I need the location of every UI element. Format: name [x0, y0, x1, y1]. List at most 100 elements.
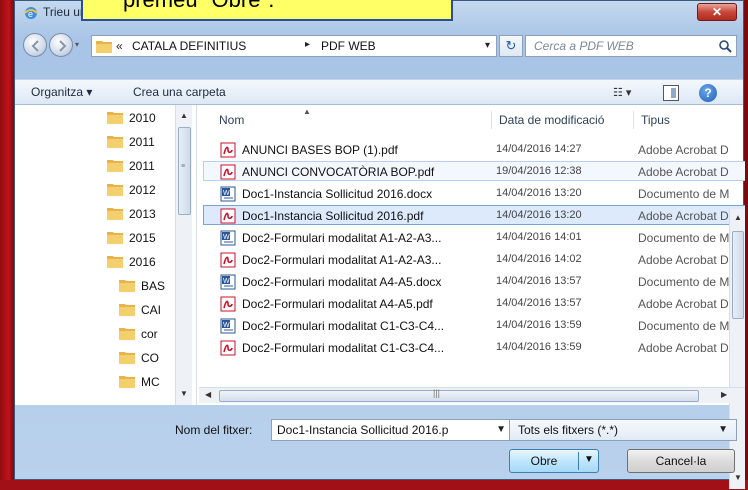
preview-pane-icon[interactable] — [663, 85, 679, 101]
folder-icon — [107, 160, 123, 172]
folder-icon — [119, 304, 135, 316]
file-name: Doc1-Instancia Sollicitud 2016.docx — [242, 187, 433, 201]
filename-value[interactable]: Doc1-Instancia Sollicitud 2016.p — [277, 423, 485, 437]
nav-folder-item[interactable]: cor — [119, 327, 158, 345]
folder-icon — [119, 376, 135, 388]
back-button[interactable] — [23, 33, 47, 57]
nav-folder-label: 2015 — [129, 231, 156, 245]
scroll-up-icon[interactable]: ▲ — [734, 213, 742, 222]
nav-pane-scrollbar[interactable]: ▲ ≡ ▼ — [175, 105, 192, 405]
nav-folder-label: CO — [141, 351, 159, 365]
nav-folder-item[interactable]: MC — [119, 375, 160, 393]
file-name: Doc2-Formulari modalitat C1-C3-C4... — [242, 341, 445, 355]
file-row[interactable]: Doc2-Formulari modalitat A1-A2-A3... 14/0… — [203, 249, 745, 269]
refresh-button[interactable]: ↻ — [499, 35, 523, 57]
file-name: Doc2-Formulari modalitat A1-A2-A3... — [242, 253, 442, 267]
file-list-horizontal-scrollbar[interactable]: ◀ ||| ▶ — [199, 387, 745, 403]
breadcrumb-catala-definitius[interactable]: CATALA DEFINITIUS — [132, 39, 246, 53]
sort-indicator-icon: ▲ — [303, 107, 311, 116]
file-type-select[interactable]: Tots els fitxers (*.*) ▼ — [509, 419, 737, 441]
breadcrumb-pdf-web[interactable]: PDF WEB — [321, 39, 376, 53]
word-document-icon: W — [220, 186, 236, 202]
search-input[interactable]: Cerca a PDF WEB — [525, 35, 737, 57]
scroll-thumb[interactable] — [178, 127, 191, 215]
folder-icon — [107, 256, 123, 268]
file-row[interactable]: W Doc2-Formulari modalitat A4-A5.docx 14/0… — [203, 271, 745, 291]
column-divider[interactable] — [491, 111, 492, 129]
svg-text:W: W — [223, 234, 230, 241]
nav-folder-item[interactable]: 2013 — [107, 207, 156, 225]
file-modified-date: 14/04/2016 13:57 — [496, 297, 582, 309]
nav-folder-item[interactable]: 2016 — [107, 255, 156, 273]
chevron-down-icon[interactable]: ▼ — [496, 424, 506, 435]
file-row[interactable]: W Doc2-Formulari modalitat A1-A2-A3... 14/… — [203, 227, 745, 247]
forward-button[interactable] — [49, 33, 73, 57]
folder-icon — [107, 184, 123, 196]
file-type: Documento de M — [638, 231, 730, 245]
breadcrumb-separator-icon[interactable]: ▸ — [305, 39, 310, 50]
nav-folder-label: 2016 — [129, 255, 156, 269]
change-view-button[interactable]: ☷ ▾ — [613, 86, 643, 100]
address-bar[interactable]: « CATALA DEFINITIUS ▸ PDF WEB ▾ — [91, 35, 497, 57]
nav-folder-item[interactable]: BAS — [119, 279, 165, 297]
column-header-type[interactable]: Tipus — [641, 113, 670, 127]
scroll-right-icon[interactable]: ▶ — [721, 390, 727, 399]
column-header-name[interactable]: Nom — [219, 113, 244, 127]
svg-text:W: W — [223, 322, 230, 329]
nav-folder-item[interactable]: 2010 — [107, 111, 156, 129]
scroll-up-icon[interactable]: ▲ — [180, 111, 188, 120]
scroll-left-icon[interactable]: ◀ — [205, 390, 211, 399]
file-modified-date: 14/04/2016 13:59 — [496, 341, 582, 353]
file-modified-date: 14/04/2016 14:01 — [496, 231, 582, 243]
pdf-file-icon — [220, 296, 236, 312]
overflow-chevron-icon[interactable]: « — [116, 39, 123, 53]
chevron-down-icon[interactable]: ▼ — [718, 424, 728, 435]
folder-icon — [107, 208, 123, 220]
file-row[interactable]: Doc1-Instancia Sollicitud 2016.pdf 14/04/… — [203, 205, 745, 225]
file-row[interactable]: Doc2-Formulari modalitat A4-A5.pdf 14/04/… — [203, 293, 745, 313]
nav-folder-label: CAI — [141, 303, 162, 317]
nav-folder-item[interactable]: CAI — [119, 303, 161, 321]
open-options-chevron-icon[interactable]: ▼ — [584, 454, 594, 465]
nav-folder-item[interactable]: 2015 — [107, 231, 156, 249]
file-row[interactable]: W Doc1-Instancia Sollicitud 2016.docx 14/0… — [203, 183, 745, 203]
file-type: Adobe Acrobat D — [638, 143, 729, 157]
file-row[interactable]: W Doc2-Formulari modalitat C1-C3-C4... 14/… — [203, 315, 745, 335]
nav-folder-item[interactable]: 2011 — [107, 159, 155, 177]
file-name: Doc2-Formulari modalitat A1-A2-A3... — [242, 231, 442, 245]
address-dropdown-icon[interactable]: ▾ — [485, 40, 490, 51]
column-header-date[interactable]: Data de modificació — [499, 113, 604, 127]
organize-menu-button[interactable]: Organitza ▾ — [31, 85, 92, 99]
filename-label: Nom del fitxer: — [175, 423, 253, 437]
forward-arrow-icon — [59, 40, 67, 52]
file-type: Documento de M — [638, 275, 730, 289]
file-type: Adobe Acrobat D — [638, 253, 729, 267]
file-row[interactable]: ANUNCI BASES BOP (1).pdf 14/04/2016 14:27… — [203, 139, 745, 159]
pdf-file-icon — [220, 164, 236, 180]
help-icon[interactable]: ? — [699, 84, 717, 102]
new-folder-button[interactable]: Crea una carpeta — [133, 85, 226, 99]
file-row[interactable]: Doc2-Formulari modalitat C1-C3-C4... 14/0… — [203, 337, 745, 357]
nav-folder-item[interactable]: CO — [119, 351, 159, 369]
file-type: Adobe Acrobat D — [638, 209, 729, 223]
callout-text: premeu "Obre". — [123, 0, 274, 13]
scroll-down-icon[interactable]: ▼ — [180, 389, 188, 398]
scroll-thumb[interactable] — [219, 390, 699, 402]
file-name: Doc2-Formulari modalitat C1-C3-C4... — [242, 319, 445, 333]
filename-input[interactable]: Doc1-Instancia Sollicitud 2016.p ▼ — [271, 419, 511, 441]
file-modified-date: 19/04/2016 12:38 — [496, 165, 582, 177]
file-modified-date: 14/04/2016 13:20 — [496, 187, 582, 199]
cancel-button[interactable]: Cancel·la — [627, 449, 735, 473]
scroll-thumb[interactable] — [732, 231, 744, 319]
search-icon[interactable] — [718, 39, 732, 53]
file-row[interactable]: ANUNCI CONVOCATÒRIA BOP.pdf 19/04/2016 12… — [203, 161, 745, 181]
file-type-value: Tots els fitxers (*.*) — [518, 423, 619, 437]
close-button[interactable]: ✕ — [697, 3, 737, 21]
column-divider[interactable] — [633, 111, 634, 129]
file-list: Nom ▲ Data de modificació Tipus ANUNCI B… — [199, 105, 745, 405]
svg-text:e: e — [28, 9, 33, 19]
recent-pages-dropdown-icon[interactable]: ▾ — [75, 40, 85, 50]
nav-folder-item[interactable]: 2011 — [107, 135, 155, 153]
nav-folder-item[interactable]: 2012 — [107, 183, 156, 201]
open-button[interactable]: Obre ▼ — [509, 449, 599, 473]
